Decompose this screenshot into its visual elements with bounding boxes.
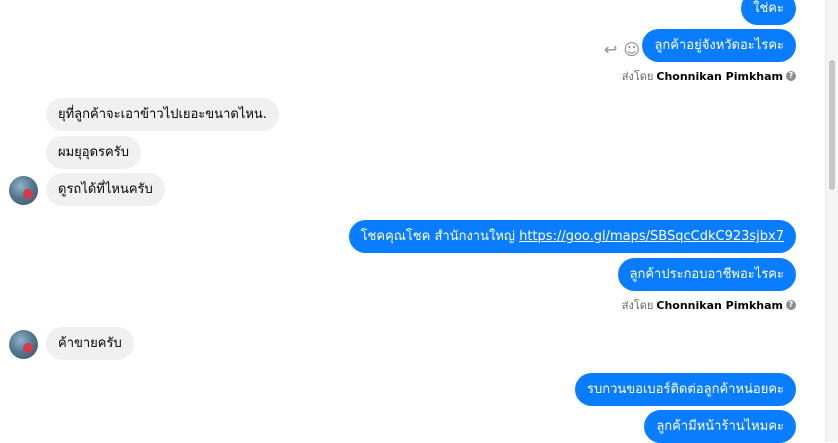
- emoji-icon[interactable]: ☺: [623, 42, 640, 58]
- scrollbar[interactable]: [825, 0, 838, 442]
- sent-by-label: ส่งโดย Chonnikan Pimkham ?: [622, 296, 796, 314]
- sent-by-label: ส่งโดย Chonnikan Pimkham ?: [622, 67, 796, 85]
- message-incoming[interactable]: ดูรถได้ที่ไหนครับ: [46, 173, 165, 206]
- chat-thread: ใช่คะ ↩ ☺ ลูกค้าอยู่จังหวัดอะไรคะ ส่งโดย…: [0, 0, 826, 443]
- message-text: ค้าขายครับ: [58, 336, 122, 351]
- message-incoming[interactable]: ผมยุอุดรครับ: [46, 136, 141, 169]
- message-outgoing[interactable]: ลูกค้ามีหน้าร้านไหมคะ: [644, 410, 796, 443]
- message-text: ดูรถได้ที่ไหนครับ: [58, 182, 153, 197]
- message-incoming[interactable]: ยุที่ลูกค้าจะเอาข้าวไปเยอะขนาดไหน.: [46, 98, 279, 131]
- map-link[interactable]: https://goo.gl/maps/SBSqcCdkC923sjbx7: [519, 229, 784, 244]
- avatar[interactable]: [9, 330, 38, 359]
- info-icon[interactable]: ?: [786, 300, 796, 310]
- sender-name: Chonnikan Pimkham: [656, 298, 783, 312]
- message-text: ยุที่ลูกค้าจะเอาข้าวไปเยอะขนาดไหน.: [58, 107, 267, 122]
- sent-by-prefix: ส่งโดย: [621, 299, 654, 312]
- message-text: โชคคุณโชค สำนักงานใหญ่: [360, 229, 520, 244]
- scrollbar-thumb[interactable]: [829, 60, 835, 190]
- message-text: ใช่คะ: [753, 1, 784, 16]
- reply-icon[interactable]: ↩: [604, 42, 617, 58]
- message-outgoing[interactable]: ใช่คะ: [741, 0, 796, 25]
- message-outgoing[interactable]: ลูกค้าประกอบอาชีพอะไรคะ: [617, 258, 796, 291]
- message-outgoing[interactable]: รบกวนขอเบอร์ติดต่อลูกค้าหน่อยคะ: [575, 373, 796, 406]
- message-text: ลูกค้าอยู่จังหวัดอะไรคะ: [654, 38, 784, 53]
- message-text: ลูกค้ามีหน้าร้านไหมคะ: [656, 419, 784, 434]
- avatar-figure: [23, 189, 33, 199]
- message-text: ผมยุอุดรครับ: [58, 145, 129, 160]
- sender-name: Chonnikan Pimkham: [656, 69, 783, 83]
- message-text: รบกวนขอเบอร์ติดต่อลูกค้าหน่อยคะ: [587, 382, 784, 397]
- sent-by-prefix: ส่งโดย: [621, 70, 654, 83]
- message-incoming[interactable]: ค้าขายครับ: [46, 327, 134, 360]
- message-text: ลูกค้าประกอบอาชีพอะไรคะ: [629, 267, 784, 282]
- info-icon[interactable]: ?: [786, 71, 796, 81]
- message-outgoing[interactable]: โชคคุณโชค สำนักงานใหญ่ https://goo.gl/ma…: [348, 220, 796, 253]
- avatar-figure: [23, 343, 33, 353]
- message-actions: ↩ ☺: [604, 42, 640, 58]
- avatar[interactable]: [9, 176, 38, 205]
- message-outgoing[interactable]: ลูกค้าอยู่จังหวัดอะไรคะ: [642, 29, 796, 62]
